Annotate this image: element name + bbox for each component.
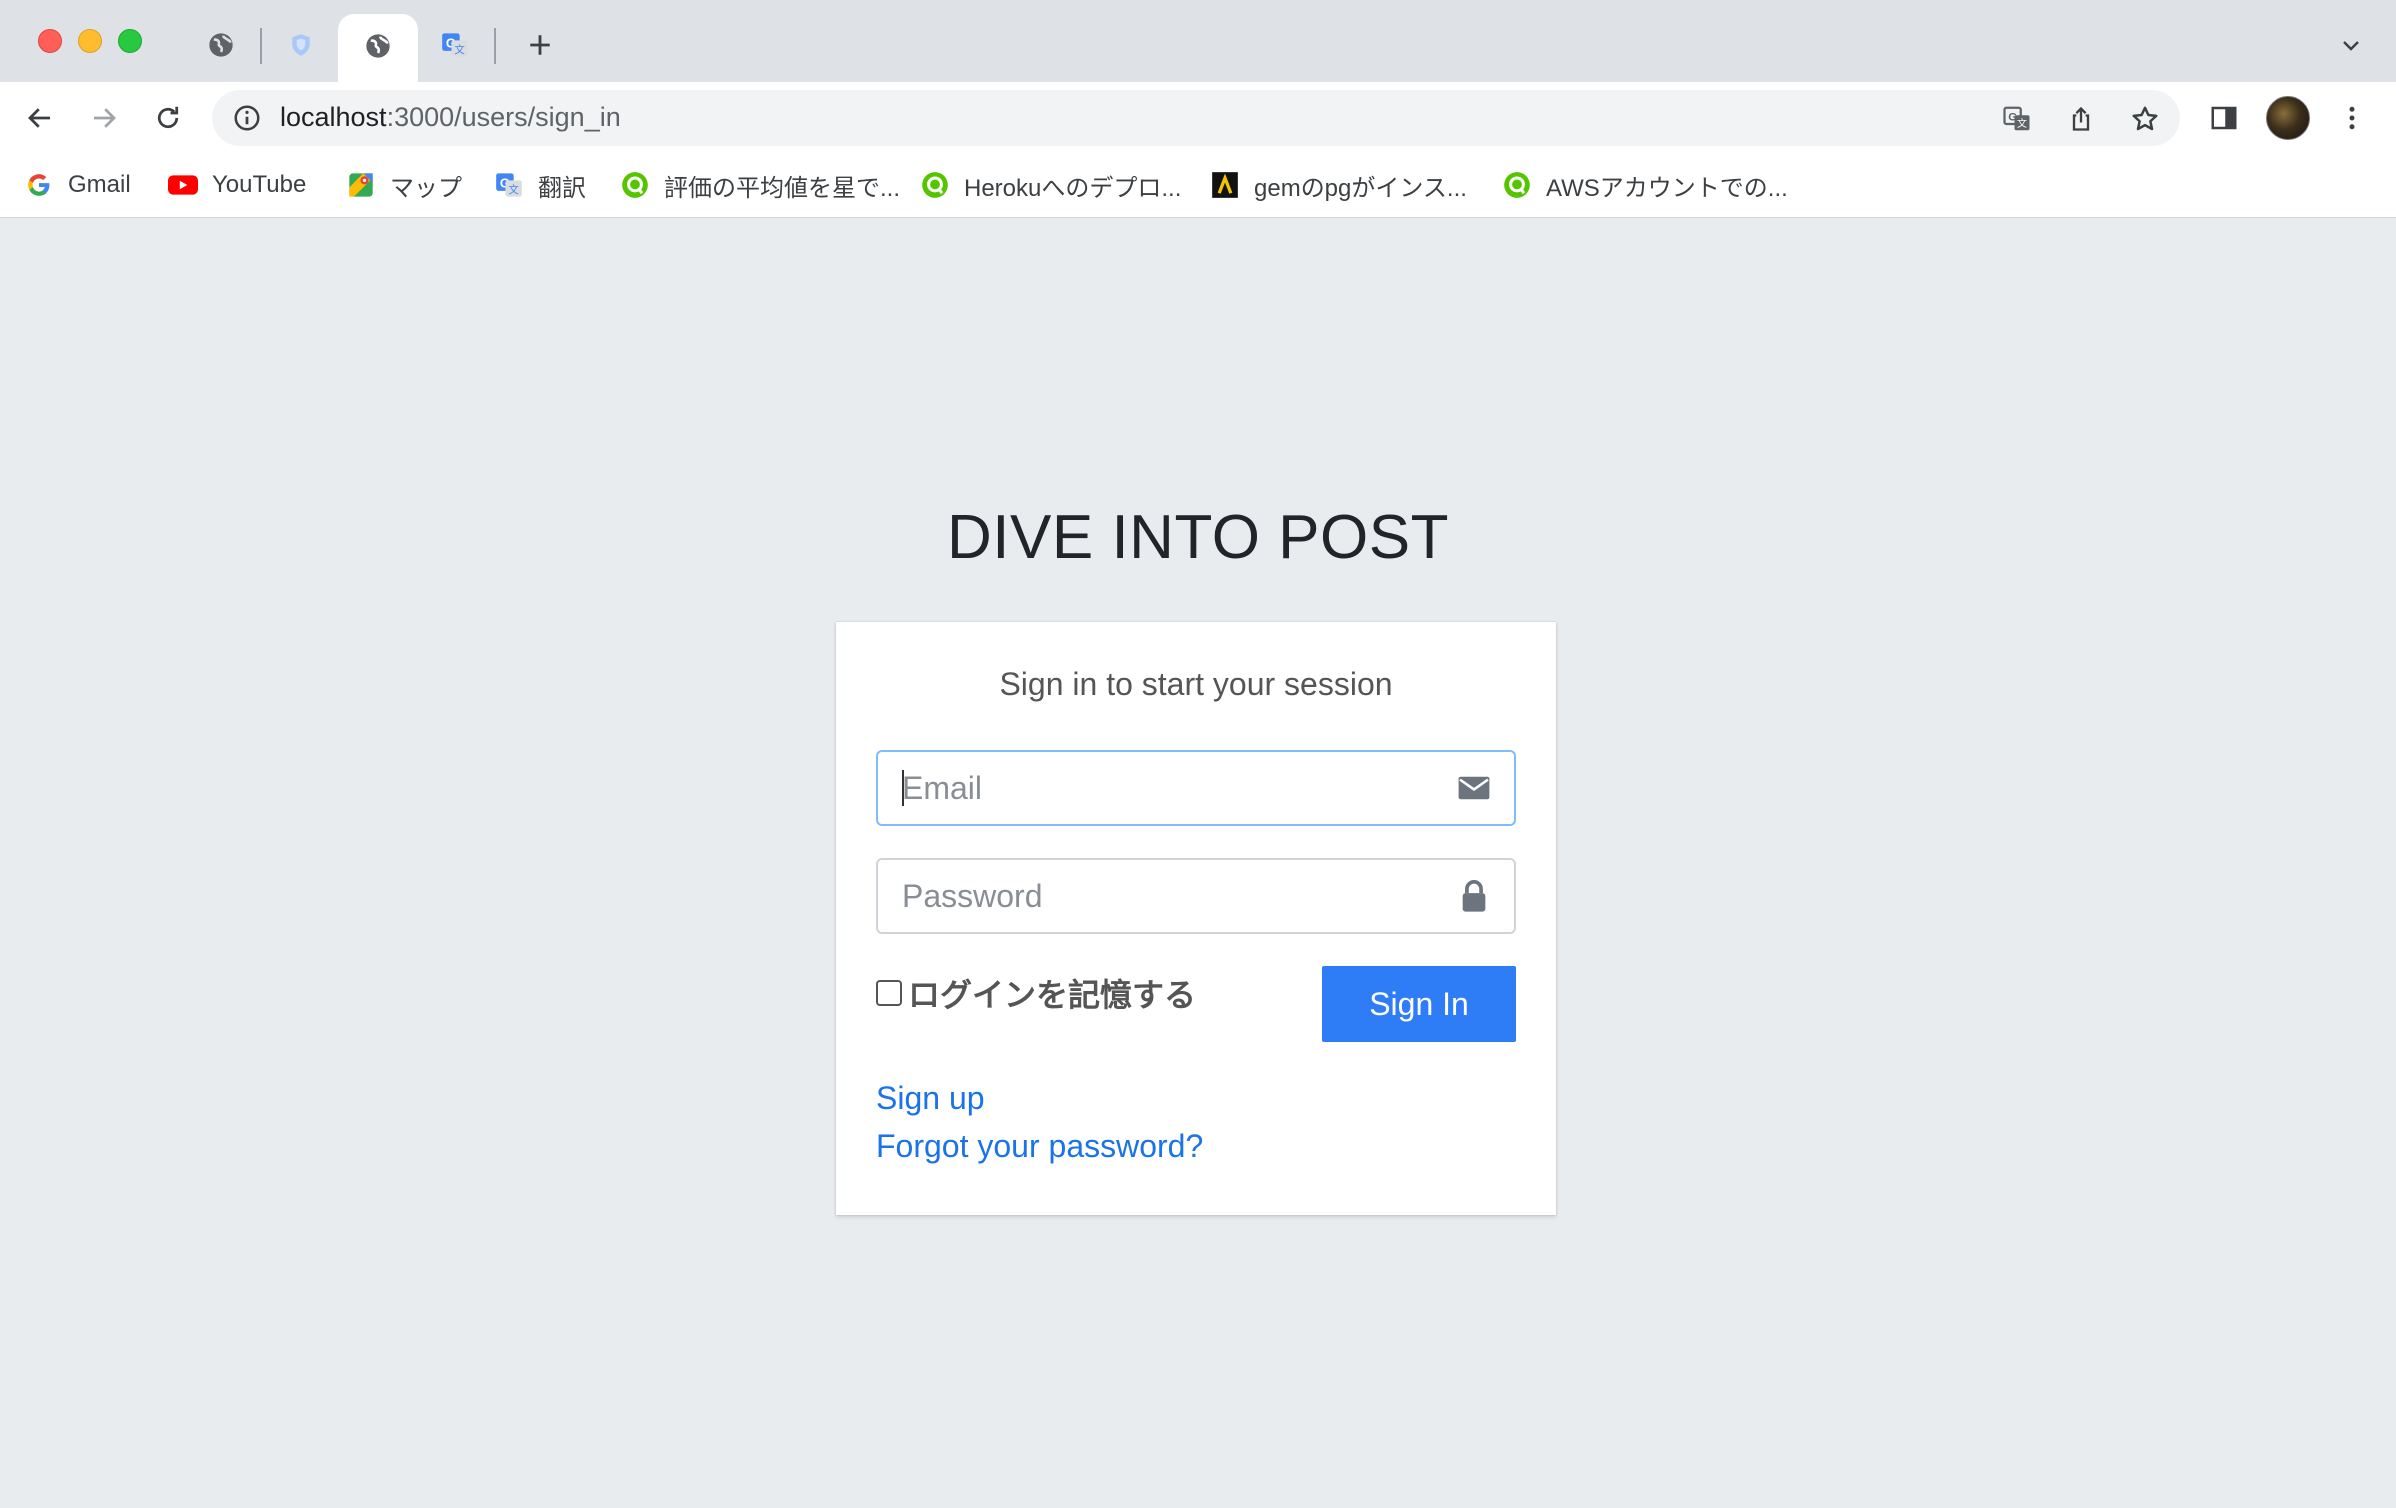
address-bar[interactable]: localhost:3000/users/sign_in G文 (212, 90, 2180, 146)
login-box-message: Sign in to start your session (999, 666, 1393, 702)
bookmark-gmail[interactable]: Gmail (24, 164, 131, 206)
back-button[interactable] (20, 98, 60, 138)
more-vertical-icon (2349, 106, 2355, 130)
tab-search-button[interactable] (2336, 30, 2366, 60)
maps-icon (346, 170, 376, 200)
qiita-icon (620, 170, 650, 200)
email-field (876, 750, 1516, 826)
sign-up-link[interactable]: Sign up (876, 1080, 985, 1117)
bookmarks-bar: Gmail YouTube マップ G文 翻訳 評価の平均値を星で... Her… (0, 154, 2396, 218)
qiita-icon (920, 170, 950, 200)
google-icon (24, 170, 54, 200)
globe-icon (209, 33, 233, 57)
browser-toolbar: localhost:3000/users/sign_in G文 (0, 82, 2396, 154)
chevron-down-icon (2343, 41, 2359, 51)
maximize-window-button[interactable] (118, 29, 142, 53)
svg-text:文: 文 (454, 43, 465, 56)
svg-text:文: 文 (2017, 117, 2027, 130)
tab-active[interactable] (338, 14, 418, 84)
translate-page-button[interactable]: G文 (2000, 102, 2034, 136)
bookmark-label: gemのpgがインス... (1254, 174, 1467, 202)
password-input[interactable] (878, 860, 1438, 932)
profile-avatar[interactable] (2266, 96, 2310, 140)
site-info-icon[interactable] (232, 103, 262, 133)
bookmark-label: Gmail (68, 171, 131, 198)
remember-me-checkbox[interactable] (876, 980, 902, 1006)
bookmark-label: AWSアカウントでの... (1546, 174, 1788, 202)
forgot-password-link[interactable]: Forgot your password? (876, 1128, 1203, 1165)
url-path: :3000/users/sign_in (386, 102, 621, 132)
bookmark-youtube[interactable]: YouTube (168, 164, 306, 206)
bookmark-qiita-aws[interactable]: AWSアカウントでの... (1502, 164, 1788, 206)
login-card: Sign in to start your session ログインを記憶する … (836, 622, 1556, 1215)
bookmark-qiita-heroku[interactable]: Herokuへのデプロ... (920, 164, 1181, 206)
chrome-menu-button[interactable] (2334, 100, 2370, 136)
bookmark-star-button[interactable] (2128, 102, 2162, 136)
bookmark-qiita-rating[interactable]: 評価の平均値を星で... (620, 164, 900, 206)
share-icon (2072, 106, 2090, 131)
tab-separator (260, 28, 262, 64)
sign-in-button[interactable]: Sign In (1322, 966, 1516, 1042)
tab-shield[interactable] (286, 30, 316, 60)
text-caret (902, 770, 904, 806)
youtube-icon (168, 170, 198, 200)
brand-title: DIVE INTO POST (947, 503, 1449, 572)
bookmark-maps[interactable]: マップ (346, 164, 462, 206)
reload-button[interactable] (148, 98, 188, 138)
tab-separator (494, 28, 496, 64)
svg-text:文: 文 (508, 183, 519, 196)
bookmark-label: Herokuへのデプロ... (964, 174, 1182, 202)
arrow-right-icon (94, 108, 116, 128)
remember-me-label: ログインを記憶する (908, 977, 1197, 1013)
lock-icon (1456, 878, 1492, 914)
arrow-left-icon (28, 108, 50, 128)
remember-me[interactable]: ログインを記憶する (876, 970, 1196, 1016)
tab-globe-1[interactable] (206, 30, 236, 60)
browser-tab-bar: G文 (0, 0, 2396, 84)
reload-icon (157, 106, 179, 129)
translate-icon: G文 (442, 33, 468, 57)
plus-icon (530, 35, 550, 55)
email-input[interactable] (878, 752, 1438, 824)
new-tab-button[interactable] (523, 28, 557, 62)
share-button[interactable] (2064, 102, 2098, 136)
translate-icon: G文 (494, 170, 524, 200)
zenn-icon (1210, 170, 1240, 200)
password-field (876, 858, 1516, 934)
envelope-icon (1456, 770, 1492, 806)
bookmark-gem-pg[interactable]: gemのpgがインス... (1210, 164, 1467, 206)
side-panel-icon (2211, 106, 2237, 130)
bookmark-label: 評価の平均値を星で... (664, 174, 901, 202)
shield-icon (292, 34, 310, 56)
globe-icon (366, 34, 390, 58)
star-icon (2132, 106, 2158, 131)
bookmark-label: 翻訳 (538, 174, 586, 202)
tab-translate[interactable]: G文 (440, 30, 470, 60)
close-window-button[interactable] (38, 29, 62, 53)
bookmark-label: マップ (390, 174, 462, 202)
qiita-icon (1502, 170, 1532, 200)
forward-button[interactable] (84, 98, 124, 138)
url-host: localhost (280, 102, 387, 132)
minimize-window-button[interactable] (78, 29, 102, 53)
translate-icon: G文 (2003, 106, 2030, 131)
bookmark-translate[interactable]: G文 翻訳 (494, 164, 586, 206)
url-text[interactable]: localhost:3000/users/sign_in (280, 102, 621, 133)
side-panel-button[interactable] (2206, 100, 2242, 136)
bookmark-label: YouTube (212, 171, 307, 198)
